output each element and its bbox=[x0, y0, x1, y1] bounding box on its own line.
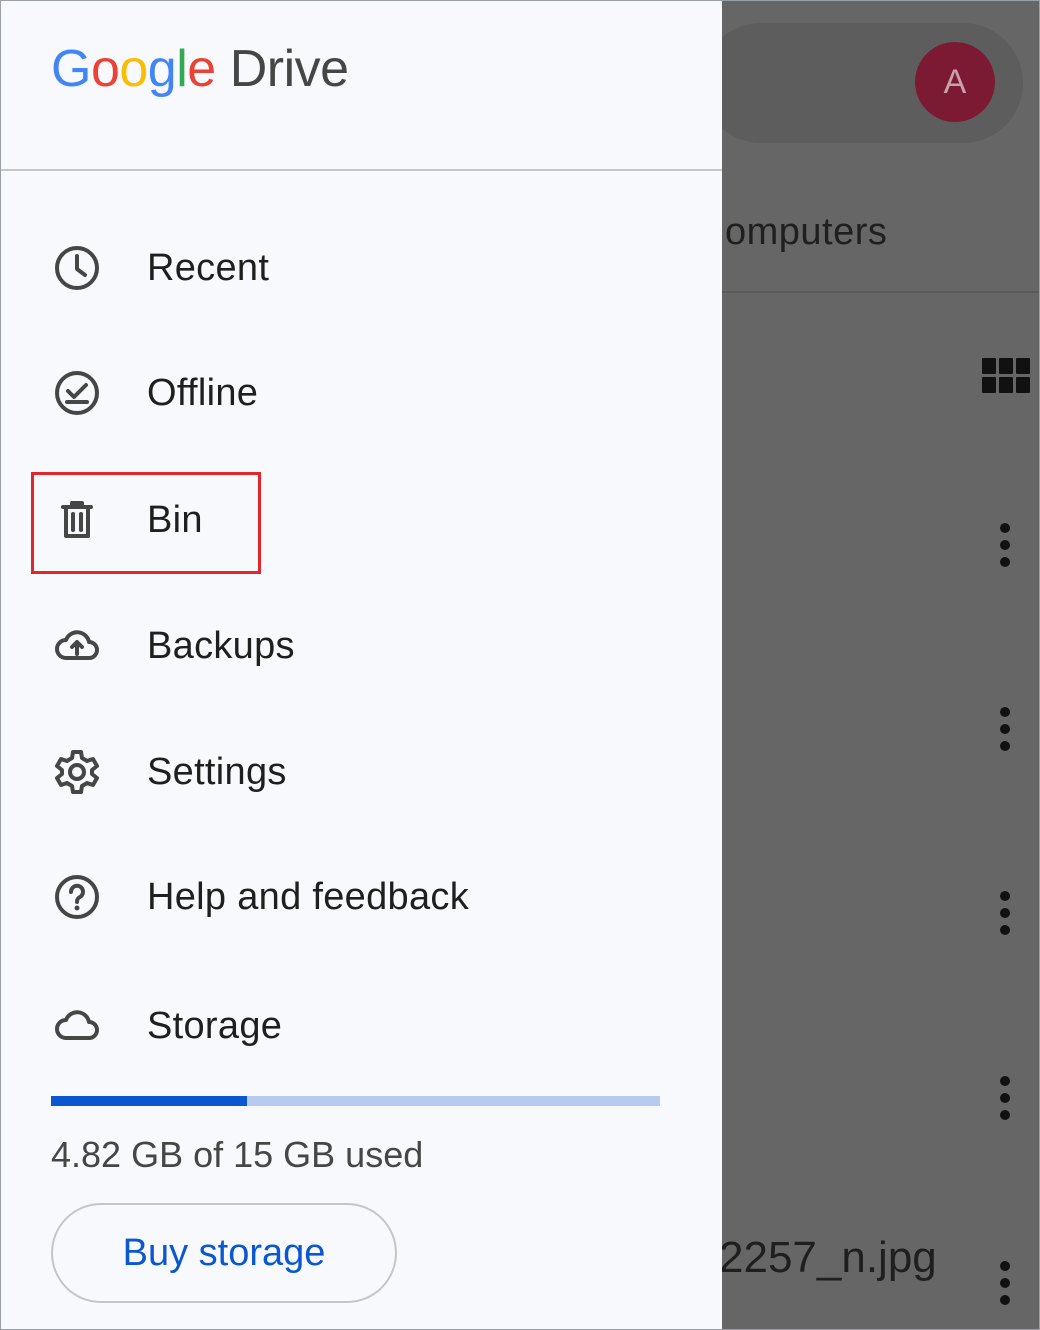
nav-label: Help and feedback bbox=[147, 875, 469, 918]
nav-label: Recent bbox=[147, 246, 270, 289]
buy-storage-button[interactable]: Buy storage bbox=[51, 1203, 397, 1303]
app-frame: A omputers 2257_n.jpg Google Drive Recent bbox=[0, 0, 1040, 1330]
background-tab-bar: omputers bbox=[701, 171, 1039, 293]
google-drive-logo: Google Drive bbox=[51, 40, 349, 98]
drawer-header: Google Drive bbox=[1, 1, 722, 171]
help-icon bbox=[51, 871, 103, 923]
storage-progress-fill bbox=[51, 1096, 247, 1106]
nav-label: Backups bbox=[147, 624, 295, 667]
clock-icon bbox=[51, 242, 103, 294]
nav-item-bin[interactable]: Bin bbox=[51, 480, 691, 560]
nav-item-backups[interactable]: Backups bbox=[51, 606, 691, 686]
storage-progress-bar bbox=[51, 1096, 660, 1106]
nav-label: Bin bbox=[147, 498, 203, 541]
more-vert-icon bbox=[999, 1076, 1011, 1120]
cloud-upload-icon bbox=[51, 620, 103, 672]
more-vert-icon bbox=[999, 523, 1011, 567]
nav-item-recent[interactable]: Recent bbox=[51, 228, 691, 308]
cloud-icon bbox=[51, 1000, 103, 1052]
offline-check-icon bbox=[51, 367, 103, 419]
gear-icon bbox=[51, 746, 103, 798]
nav-label: Storage bbox=[147, 1004, 283, 1047]
background-avatar: A bbox=[915, 42, 995, 122]
grid-view-icon bbox=[982, 358, 1030, 394]
nav-item-offline[interactable]: Offline bbox=[51, 353, 691, 433]
more-vert-icon bbox=[999, 891, 1011, 935]
background-file-name: 2257_n.jpg bbox=[719, 1233, 937, 1282]
navigation-drawer: Google Drive Recent Offline Bin Backups … bbox=[1, 1, 722, 1329]
nav-label: Offline bbox=[147, 371, 259, 414]
product-name: Drive bbox=[229, 40, 349, 98]
trash-icon bbox=[51, 494, 103, 546]
background-tab-computers: omputers bbox=[725, 211, 888, 253]
more-vert-icon bbox=[999, 707, 1011, 751]
storage-used-text: 4.82 GB of 15 GB used bbox=[51, 1134, 424, 1175]
more-vert-icon bbox=[999, 1261, 1011, 1305]
nav-item-settings[interactable]: Settings bbox=[51, 732, 691, 812]
nav-label: Settings bbox=[147, 750, 287, 793]
nav-item-help-and-feedback[interactable]: Help and feedback bbox=[51, 857, 691, 937]
nav-item-storage[interactable]: Storage bbox=[51, 986, 691, 1066]
